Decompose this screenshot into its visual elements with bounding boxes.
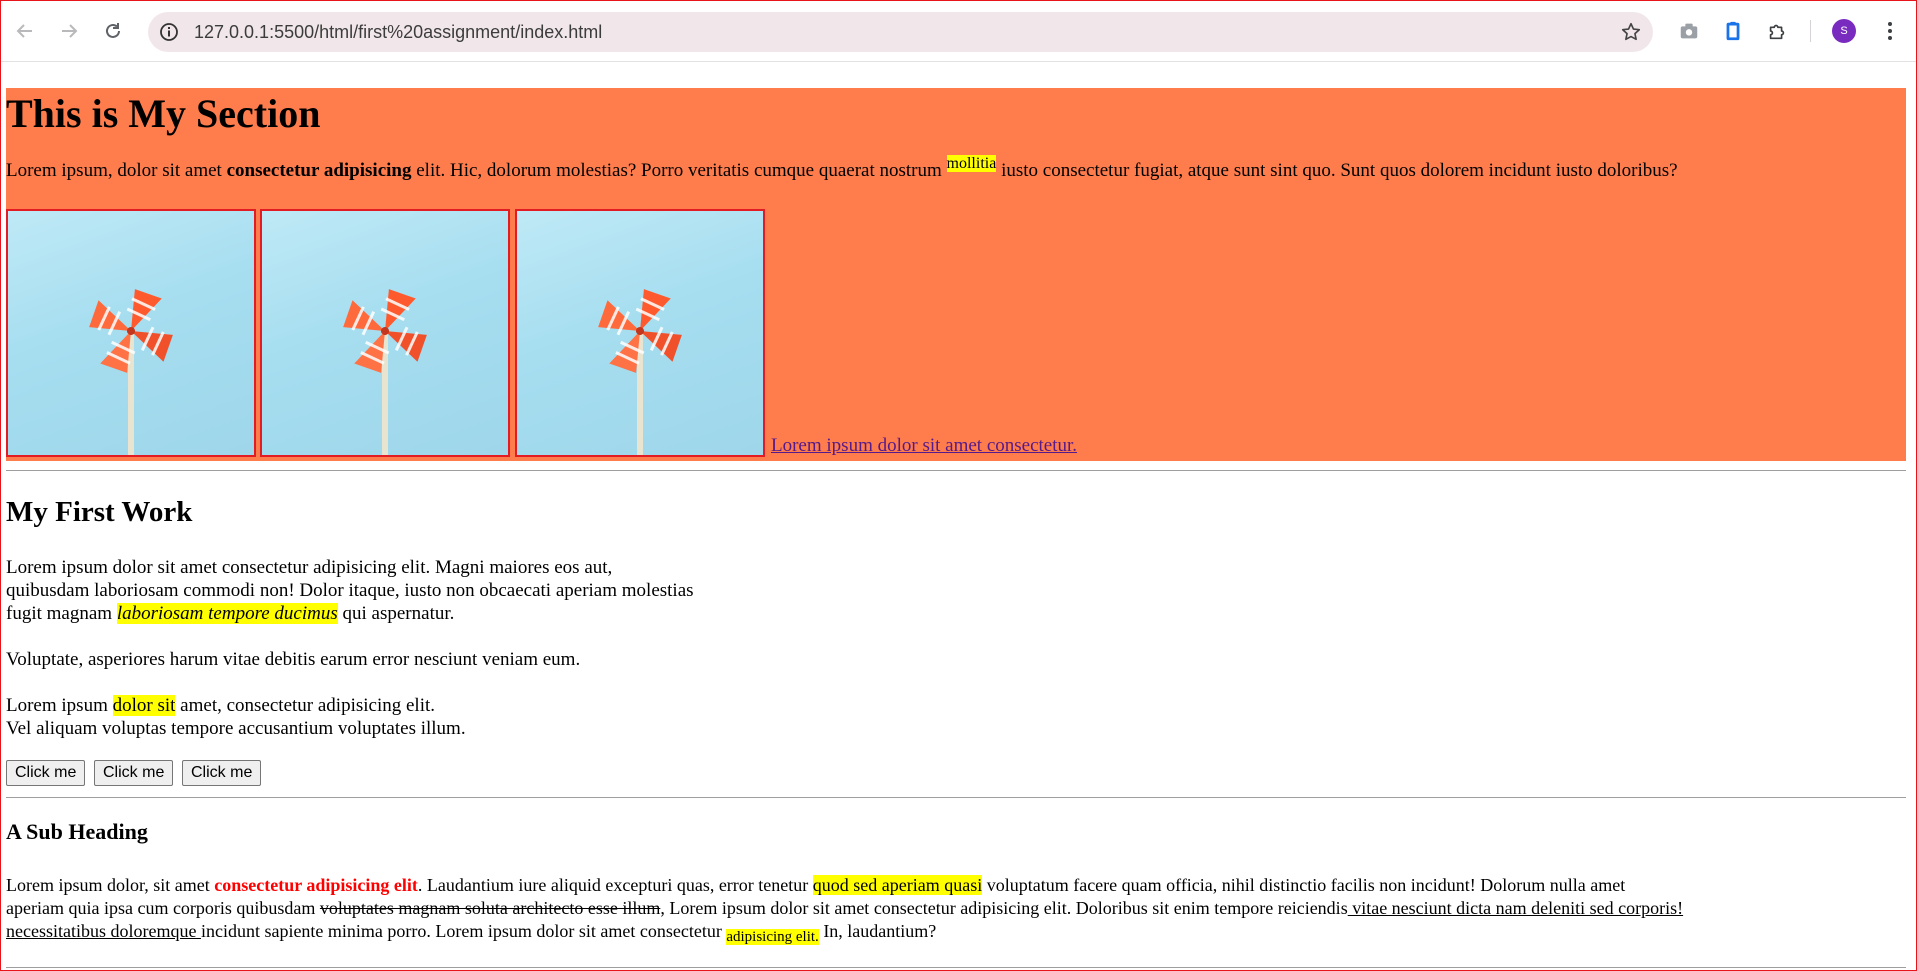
paragraph-line: fugit magnam bbox=[6, 603, 117, 624]
divider bbox=[6, 470, 1906, 471]
intro-text: Lorem ipsum, dolor sit amet bbox=[6, 160, 227, 181]
section-link[interactable]: Lorem ipsum dolor sit amet consectetur. bbox=[771, 435, 1077, 457]
sub-heading: A Sub Heading bbox=[6, 819, 148, 844]
section-title: This is My Section bbox=[6, 91, 321, 136]
camera-icon[interactable] bbox=[1675, 17, 1703, 45]
browser-toolbar: 127.0.0.1:5500/html/first%20assignment/i… bbox=[1, 1, 1916, 62]
pinwheel-image bbox=[515, 209, 765, 457]
paragraph-text: amet, consectetur adipisicing elit. bbox=[175, 695, 436, 716]
divider bbox=[6, 797, 1906, 798]
paragraph-text: voluptatum facere quam officia, nihil di… bbox=[982, 875, 1626, 895]
paragraph-text: incidunt sapiente minima porro. Lorem ip… bbox=[200, 921, 727, 941]
star-icon[interactable] bbox=[1619, 20, 1643, 44]
toolbar-divider bbox=[1810, 20, 1811, 42]
pinwheel-image bbox=[6, 209, 256, 457]
subscript-highlight: adipisicing elit. bbox=[726, 929, 819, 945]
sub-paragraph: Lorem ipsum dolor, sit amet consectetur … bbox=[6, 874, 1683, 945]
forward-arrow-icon[interactable] bbox=[51, 13, 87, 49]
click-me-button[interactable]: Click me bbox=[182, 760, 262, 786]
section-intro: Lorem ipsum, dolor sit amet consectetur … bbox=[6, 155, 1678, 182]
click-me-button[interactable]: Click me bbox=[6, 760, 86, 786]
paragraph-text: In, laudantium? bbox=[818, 921, 937, 941]
back-arrow-icon[interactable] bbox=[7, 13, 43, 49]
red-bold-text: consectetur adipisicing elit bbox=[214, 875, 418, 895]
click-me-button[interactable]: Click me bbox=[94, 760, 174, 786]
paragraph-text: aperiam quia ipsa cum corporis quibusdam bbox=[6, 898, 320, 918]
first-work-paragraph-1: Lorem ipsum dolor sit amet consectetur a… bbox=[6, 556, 694, 625]
paragraph-line: Lorem ipsum dolor sit amet consectetur a… bbox=[6, 557, 613, 578]
address-bar[interactable]: 127.0.0.1:5500/html/first%20assignment/i… bbox=[148, 12, 1653, 52]
underlined-text: necessitatibus doloremque bbox=[6, 921, 201, 941]
paragraph-line: quibusdam laboriosam commodi non! Dolor … bbox=[6, 580, 694, 601]
paragraph-text: Lorem ipsum bbox=[6, 695, 113, 716]
first-work-paragraph-2: Voluptate, asperiores harum vitae debiti… bbox=[6, 649, 581, 670]
paragraph-text: , Lorem ipsum dolor sit amet consectetur… bbox=[660, 898, 1348, 918]
intro-highlight: mollitia bbox=[946, 155, 997, 172]
paragraph-text: Lorem ipsum dolor, sit amet bbox=[6, 875, 215, 895]
text-highlight: quod sed aperiam quasi bbox=[812, 875, 983, 895]
puzzle-icon[interactable] bbox=[1763, 17, 1791, 45]
first-work-heading: My First Work bbox=[6, 496, 193, 528]
avatar[interactable]: S bbox=[1832, 19, 1856, 43]
info-icon[interactable] bbox=[158, 21, 180, 43]
divider bbox=[6, 967, 1906, 968]
first-work-paragraph-3: Lorem ipsum dolor sit amet, consectetur … bbox=[6, 694, 466, 740]
pinwheel-image bbox=[260, 209, 510, 457]
paragraph-text: Vel aliquam voluptas tempore accusantium… bbox=[6, 718, 466, 739]
reload-icon[interactable] bbox=[95, 13, 131, 49]
underlined-text: vitae nesciunt dicta nam deleniti sed co… bbox=[1347, 898, 1684, 918]
intro-text: elit. Hic, dolorum molestias? Porro veri… bbox=[411, 160, 947, 181]
clipboard-icon[interactable] bbox=[1719, 17, 1747, 45]
url-text[interactable]: 127.0.0.1:5500/html/first%20assignment/i… bbox=[194, 22, 602, 43]
strikethrough-text: voluptates magnam soluta architecto esse… bbox=[319, 898, 661, 918]
my-section: This is My Section Lorem ipsum, dolor si… bbox=[6, 88, 1906, 461]
paragraph-line: qui aspernatur. bbox=[337, 603, 455, 624]
intro-bold: consectetur adipisicing bbox=[226, 160, 412, 181]
paragraph-text: . Laudantium iure aliquid excepturi quas… bbox=[417, 875, 813, 895]
kebab-menu-icon[interactable] bbox=[1876, 17, 1904, 45]
intro-text: iusto consectetur fugiat, atque sunt sin… bbox=[996, 160, 1678, 181]
italic-highlight: laboriosam tempore ducimus bbox=[116, 603, 338, 624]
text-highlight: dolor sit bbox=[112, 695, 176, 716]
